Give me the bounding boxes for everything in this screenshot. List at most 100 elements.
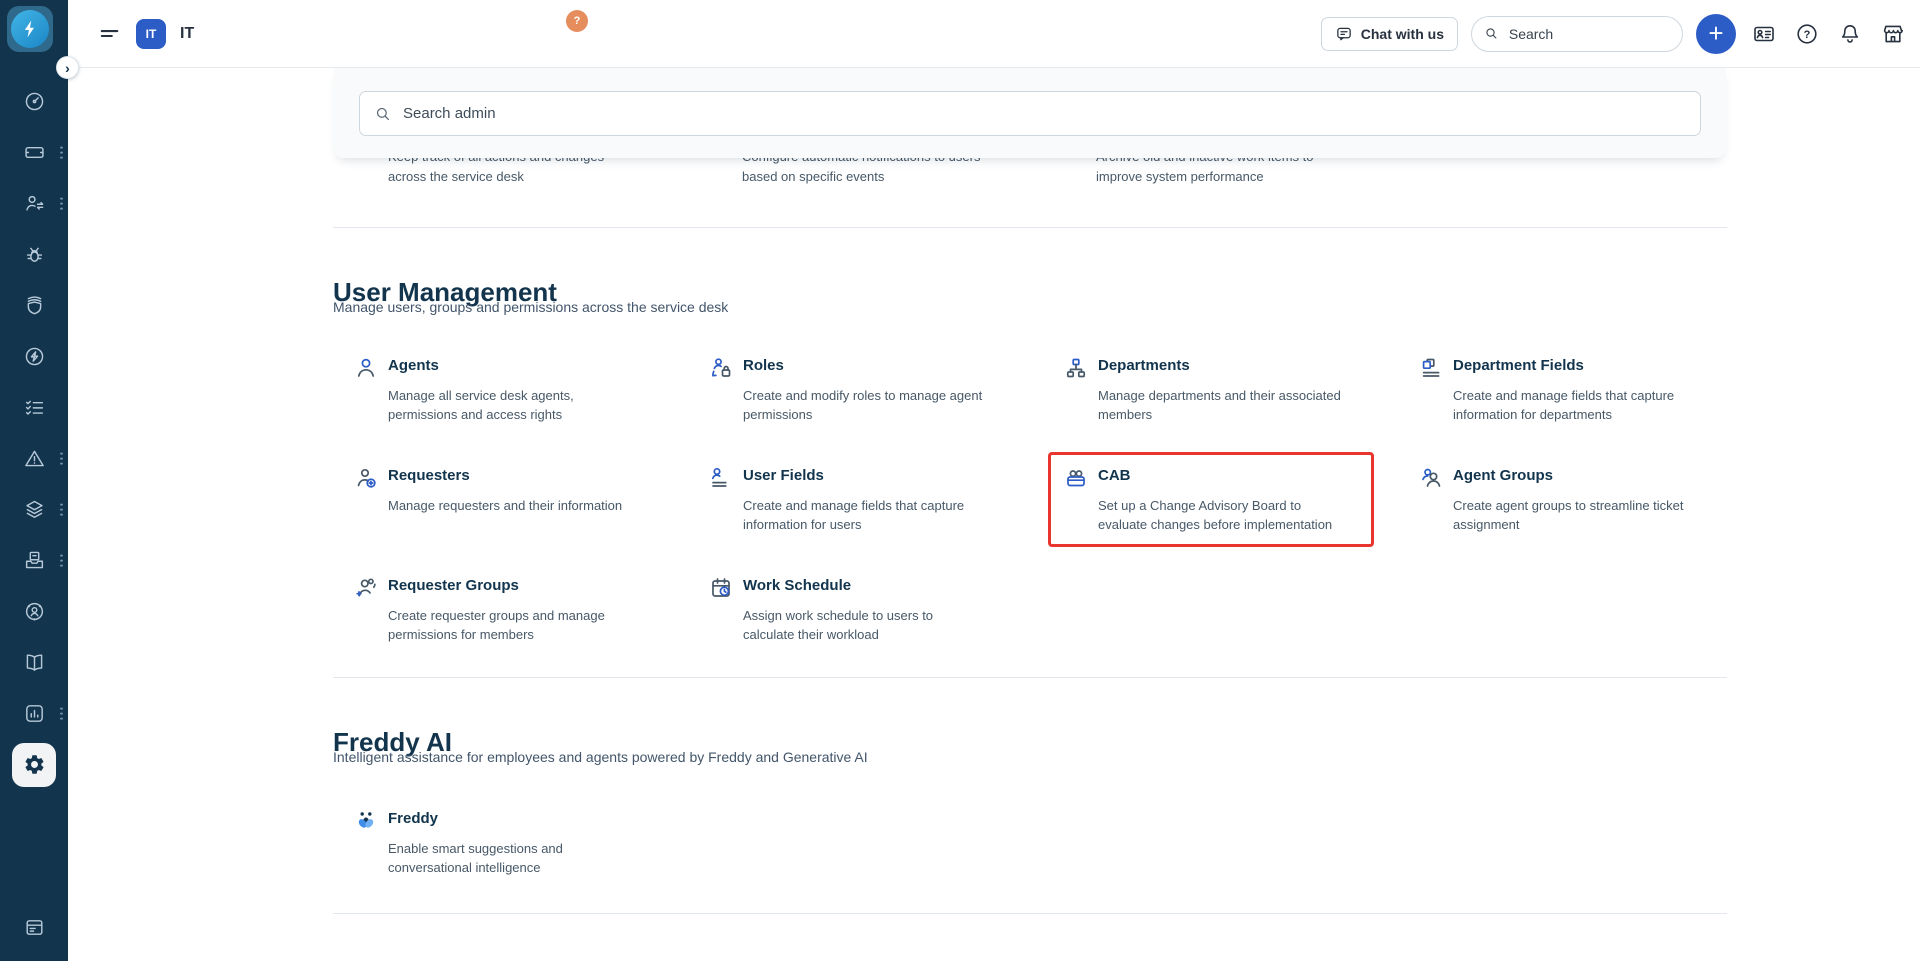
kebab-icon[interactable] xyxy=(60,452,63,465)
sidebar-item-admin-settings-active[interactable] xyxy=(0,739,68,790)
person-lock-icon xyxy=(709,356,733,380)
admin-settings-screen: › IT IT ? Chat with us + ? xyxy=(0,0,1920,961)
admin-item-departments[interactable]: DepartmentsManage departments and their … xyxy=(1064,342,1419,452)
item-title[interactable]: CAB xyxy=(1098,467,1332,485)
help-beacon[interactable]: ? xyxy=(566,10,588,32)
sidebar-nav xyxy=(0,76,68,790)
agent-switcher-button[interactable] xyxy=(1749,19,1779,49)
item-title[interactable]: Departments xyxy=(1098,357,1341,375)
collapse-menu-icon[interactable] xyxy=(98,22,122,46)
item-desc: Create and manage fields that capture in… xyxy=(1453,386,1674,424)
item-desc: Create agent groups to streamline ticket… xyxy=(1453,496,1684,534)
admin-item-agent-groups[interactable]: Agent Groups Create agent groups to strea… xyxy=(1419,452,1774,562)
item-desc: Set up a Change Advisory Board to evalua… xyxy=(1098,496,1332,534)
kebab-icon[interactable] xyxy=(60,146,63,159)
admin-item-requesters[interactable]: RequestersManage requesters and their in… xyxy=(354,452,709,562)
id-card-icon xyxy=(1752,22,1776,46)
item-title[interactable]: Agent Groups xyxy=(1453,467,1684,485)
item-title[interactable]: Work Schedule xyxy=(743,577,933,595)
cab-board-icon xyxy=(1064,466,1088,490)
book-icon xyxy=(23,651,46,674)
workspace-badge[interactable]: IT xyxy=(136,19,166,49)
item-desc: Create requester groups and manage permi… xyxy=(388,606,605,644)
gear-icon xyxy=(23,753,46,776)
top-bar-left: IT IT xyxy=(98,19,194,49)
create-new-button[interactable]: + xyxy=(1696,14,1736,54)
admin-item-freddy[interactable]: Freddy Enable smart suggestions and conve… xyxy=(354,795,563,877)
bar-chart-icon xyxy=(23,702,46,725)
bug-icon xyxy=(23,243,46,266)
admin-item-requester-groups[interactable]: Requester Groups Create requester groups … xyxy=(354,562,709,672)
item-title[interactable]: Requesters xyxy=(388,467,622,485)
people-group-icon xyxy=(1419,466,1443,490)
item-title[interactable]: Requester Groups xyxy=(388,577,605,595)
ticket-icon xyxy=(23,141,46,164)
section-subtitle: Intelligent assistance for employees and… xyxy=(333,749,868,765)
item-title[interactable]: User Fields xyxy=(743,467,964,485)
kebab-icon[interactable] xyxy=(60,707,63,720)
sidebar-item-security[interactable] xyxy=(0,280,68,331)
kebab-icon[interactable] xyxy=(60,197,63,210)
chevron-right-icon: › xyxy=(65,61,70,75)
sidebar-item-alerts[interactable] xyxy=(0,433,68,484)
sidebar-item-tickets[interactable] xyxy=(0,127,68,178)
document-tray-icon xyxy=(23,549,46,572)
item-title[interactable]: Agents xyxy=(388,357,574,375)
item-desc: Create and modify roles to manage agent … xyxy=(743,386,982,424)
admin-item-work-schedule[interactable]: Work ScheduleAssign work schedule to use… xyxy=(709,562,1064,672)
admin-item-user-fields[interactable]: User Fields Create and manage fields that… xyxy=(709,452,1064,562)
people-plus-icon xyxy=(354,576,378,600)
help-circle-icon: ? xyxy=(1795,22,1819,46)
sidebar-item-community[interactable] xyxy=(0,586,68,637)
sidebar-item-analytics[interactable] xyxy=(0,688,68,739)
admin-item-agents[interactable]: Agents Manage all service desk agents, pe… xyxy=(354,342,709,452)
sidebar-collapse-button[interactable]: › xyxy=(56,56,79,79)
lightning-logo-icon xyxy=(11,10,49,48)
sidebar-item-system-board[interactable] xyxy=(0,916,68,939)
notifications-button[interactable] xyxy=(1835,19,1865,49)
section-divider xyxy=(333,913,1727,914)
chat-with-us-button[interactable]: Chat with us xyxy=(1321,17,1458,51)
item-title[interactable]: Freddy xyxy=(388,810,563,828)
item-desc: Manage all service desk agents, permissi… xyxy=(388,386,574,424)
help-button[interactable]: ? xyxy=(1792,19,1822,49)
person-fields-icon xyxy=(709,466,733,490)
admin-item-cab[interactable]: CAB Set up a Change Advisory Board to eva… xyxy=(1064,452,1419,562)
sidebar-item-problems[interactable] xyxy=(0,229,68,280)
svg-text:?: ? xyxy=(1804,29,1811,41)
sidebar-item-tasks[interactable] xyxy=(0,382,68,433)
workspace-name: IT xyxy=(180,25,194,43)
lightning-circle-icon xyxy=(23,345,46,368)
top-bar: IT IT ? Chat with us + ? xyxy=(68,0,1920,68)
fields-squares-icon xyxy=(1419,356,1443,380)
item-desc: Enable smart suggestions and conversatio… xyxy=(388,839,563,877)
sidebar-item-requester-sync[interactable] xyxy=(0,178,68,229)
admin-search-box[interactable] xyxy=(359,91,1701,136)
item-title[interactable]: Department Fields xyxy=(1453,357,1674,375)
kebab-icon[interactable] xyxy=(60,503,63,516)
person-sync-icon xyxy=(23,192,46,215)
marketplace-button[interactable] xyxy=(1878,19,1908,49)
board-icon xyxy=(23,916,46,939)
sidebar-item-assets[interactable] xyxy=(0,484,68,535)
sidebar-item-changes[interactable] xyxy=(0,331,68,382)
global-search[interactable] xyxy=(1471,16,1683,52)
sidebar-item-releases[interactable] xyxy=(0,535,68,586)
item-desc: Create and manage fields that capture in… xyxy=(743,496,964,534)
admin-search-input[interactable] xyxy=(401,104,1686,123)
section-divider xyxy=(333,227,1727,228)
warning-triangle-icon xyxy=(23,447,46,470)
layers-icon xyxy=(23,498,46,521)
kebab-icon[interactable] xyxy=(60,554,63,567)
item-title[interactable]: Roles xyxy=(743,357,982,375)
chat-with-us-label: Chat with us xyxy=(1361,26,1444,42)
question-icon: ? xyxy=(574,15,581,27)
admin-item-roles[interactable]: Roles Create and modify roles to manage a… xyxy=(709,342,1064,452)
agent-person-icon xyxy=(354,356,378,380)
freshservice-logo[interactable] xyxy=(7,6,53,52)
sidebar-item-dashboard[interactable] xyxy=(0,76,68,127)
global-search-input[interactable] xyxy=(1507,25,1670,43)
sidebar-item-knowledge-base[interactable] xyxy=(0,637,68,688)
plus-icon: + xyxy=(1708,20,1723,46)
admin-item-department-fields[interactable]: Department Fields Create and manage field… xyxy=(1419,342,1774,452)
